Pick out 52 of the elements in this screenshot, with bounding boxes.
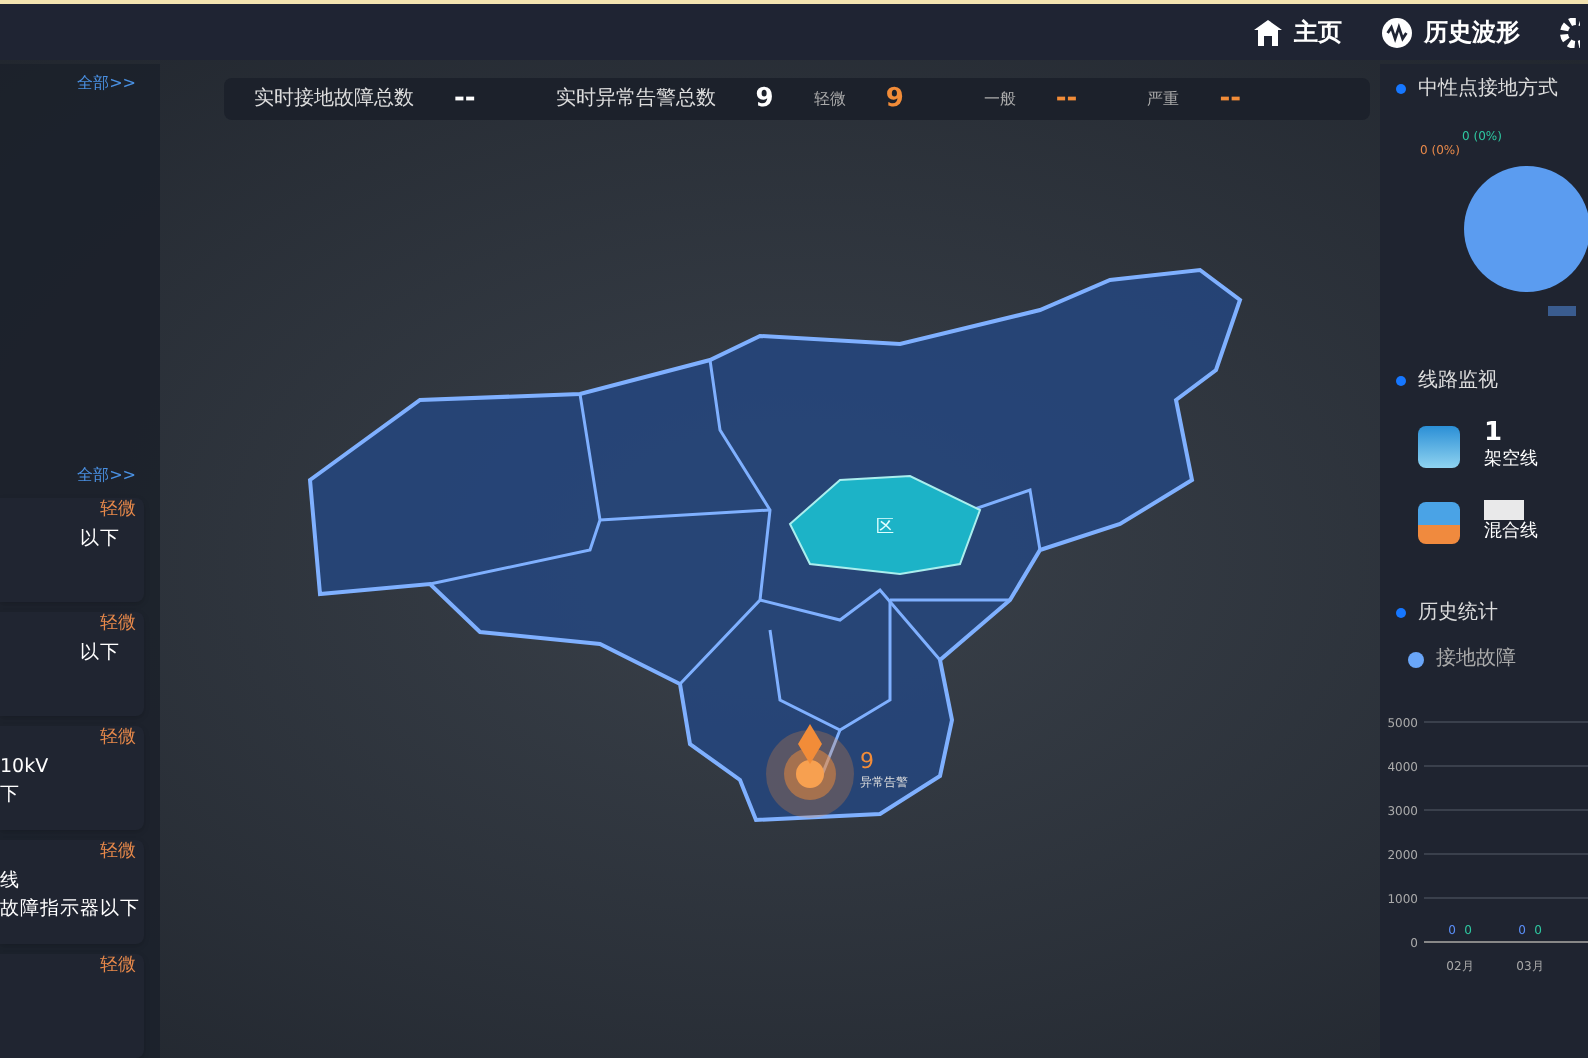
summary-label: 实时接地故障总数 bbox=[254, 85, 414, 114]
severity-label: 轻微 bbox=[100, 612, 136, 638]
section-title: 中性点接地方式 bbox=[1418, 75, 1558, 104]
settings-icon bbox=[1560, 17, 1580, 47]
summary-value: 9 bbox=[755, 81, 774, 118]
summary-label: 轻微 bbox=[813, 87, 846, 111]
severity-label: 轻微 bbox=[100, 954, 136, 980]
bullet-icon bbox=[1396, 84, 1406, 94]
alarm-card[interactable]: 轻微 以下 bbox=[0, 498, 144, 602]
alarm-card[interactable]: 轻微 bbox=[0, 954, 144, 1058]
view-all-link[interactable]: 全部>> bbox=[77, 464, 136, 488]
alarm-card[interactable]: 轻微 线 故障指示器以下 bbox=[0, 840, 144, 944]
alarm-text: 以下 bbox=[80, 639, 122, 667]
alarm-text: 故障指示器以下 bbox=[0, 895, 140, 923]
alarm-text: 以下 bbox=[80, 525, 122, 553]
alarm-text: 10kV bbox=[0, 753, 49, 781]
alarm-card[interactable]: 轻微 以下 bbox=[0, 612, 144, 716]
line-type-label: 架空线 bbox=[1484, 448, 1538, 474]
summary-label: 实时异常告警总数 bbox=[555, 85, 716, 114]
section-title: 线路监视 bbox=[1418, 367, 1498, 396]
bullet-icon bbox=[1396, 376, 1406, 386]
severity-label: 轻微 bbox=[100, 498, 136, 524]
legend-label: 接地故障 bbox=[1436, 645, 1516, 674]
nav-link[interactable]: 历史波形 bbox=[1382, 14, 1520, 50]
district-label: 区 bbox=[876, 518, 894, 538]
summary-label: 严重 bbox=[1147, 87, 1180, 111]
line-type-label: 混合线 bbox=[1484, 519, 1538, 545]
alarm-count: 9 bbox=[860, 748, 874, 774]
severity-label: 轻微 bbox=[100, 840, 136, 866]
summary-value: -- bbox=[1055, 81, 1078, 118]
summary-value: -- bbox=[454, 81, 476, 118]
highlighted-district[interactable] bbox=[788, 475, 982, 575]
legend-swatch-icon bbox=[1548, 306, 1576, 316]
view-all-link[interactable]: 全部>> bbox=[77, 72, 136, 96]
waveform-icon bbox=[1382, 17, 1412, 47]
bullet-icon bbox=[1396, 608, 1406, 618]
section-title: 历史统计 bbox=[1418, 599, 1498, 628]
alarm-marker-icon[interactable] bbox=[766, 724, 854, 818]
legend-swatch-icon bbox=[1408, 651, 1424, 667]
settings-button[interactable] bbox=[1560, 17, 1580, 47]
summary-value: 9 bbox=[885, 81, 904, 118]
alarm-text: 下 bbox=[0, 781, 20, 809]
summary-value: -- bbox=[1219, 81, 1241, 118]
redacted-block bbox=[1484, 499, 1524, 519]
cable-icon bbox=[1418, 501, 1460, 544]
alarm-card[interactable]: 轻微 10kV 下 bbox=[0, 726, 144, 830]
line-count: 1 bbox=[1484, 420, 1503, 448]
summary-label: 一般 bbox=[983, 87, 1016, 111]
severity-label: 轻微 bbox=[100, 726, 136, 752]
alarm-text: 线 bbox=[0, 867, 20, 895]
nav-link[interactable]: 主页 bbox=[1254, 14, 1342, 50]
home-icon bbox=[1254, 19, 1282, 45]
